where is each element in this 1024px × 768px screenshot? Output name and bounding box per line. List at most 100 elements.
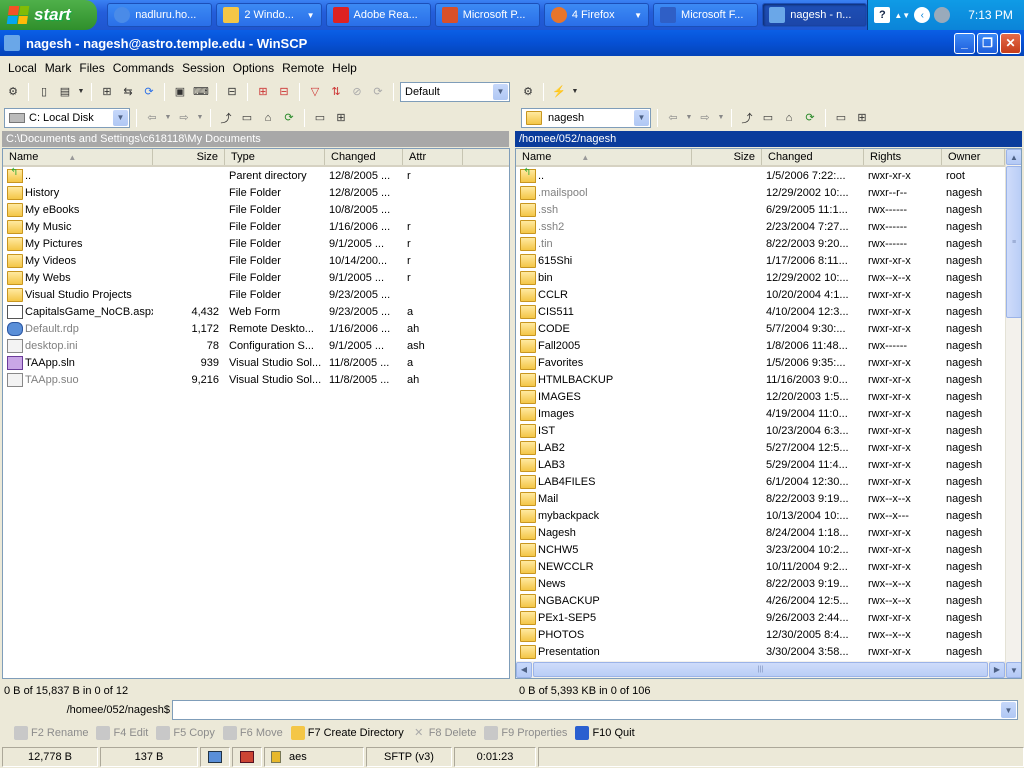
table-row[interactable]: .tin 8/22/2003 9:20... rwx------ nagesh — [516, 235, 1005, 252]
root-directory-icon[interactable]: ▭ — [759, 109, 777, 127]
table-row[interactable]: Presentation 3/30/2004 3:58... rwxr-xr-x na… — [516, 643, 1005, 660]
table-row[interactable]: HTMLBACKUP 11/16/2003 9:0... rwxr-xr-x nage… — [516, 371, 1005, 388]
back-icon[interactable]: ⇦ — [143, 109, 161, 127]
table-row[interactable]: PEx1-SEP5 9/26/2003 2:44... rwxr-xr-x nages… — [516, 609, 1005, 626]
table-row[interactable]: NCHW5 3/23/2004 10:2... rwxr-xr-x nagesh — [516, 541, 1005, 558]
session-icon[interactable]: ⚡ — [550, 83, 568, 101]
table-row[interactable]: Fall2005 1/8/2006 11:48... rwx------ nagesh — [516, 337, 1005, 354]
table-row[interactable]: .. Parent directory 12/8/2005 ... r — [3, 167, 509, 184]
terminal-icon[interactable]: ▯ — [35, 83, 53, 101]
restore-button[interactable]: ❐ — [977, 32, 998, 54]
start-button[interactable]: start — [0, 0, 98, 30]
column-header-owner[interactable]: Owner — [942, 149, 1005, 165]
table-row[interactable]: NEWCCLR 10/11/2004 9:2... rwxr-xr-x nagesh — [516, 558, 1005, 575]
table-row[interactable]: TAApp.suo 9,216 Visual Studio Sol... 11/8/2… — [3, 371, 509, 388]
scroll-track[interactable] — [1006, 318, 1021, 662]
invert-selection-icon[interactable]: ⇅ — [327, 83, 345, 101]
column-header-changed[interactable]: Changed — [762, 149, 864, 165]
clear-icon[interactable]: ⊘ — [348, 83, 366, 101]
filter-icon[interactable]: ▽ — [306, 83, 324, 101]
table-row[interactable]: .ssh2 2/23/2004 7:27... rwx------ nagesh — [516, 218, 1005, 235]
menu-files[interactable]: Files — [75, 61, 108, 75]
menu-local[interactable]: Local — [4, 61, 41, 75]
taskbar-button-folders[interactable]: 2 Windo... ▼ — [216, 3, 322, 27]
scroll-down-icon[interactable]: ▼ — [1006, 662, 1021, 678]
table-row[interactable]: IST 10/23/2004 6:3... rwxr-xr-x nagesh — [516, 422, 1005, 439]
rename-button[interactable]: F2 Rename — [14, 726, 88, 740]
column-header-type[interactable]: Type — [225, 149, 325, 165]
putty-icon[interactable]: ⌨ — [192, 83, 210, 101]
dropdown-arrow-icon[interactable]: ▼ — [571, 83, 579, 101]
horizontal-scrollbar[interactable]: ◀ ||| ▶ — [516, 661, 1005, 678]
back-icon[interactable]: ⇦ — [664, 109, 682, 127]
scroll-up-icon[interactable]: ▲ — [1006, 149, 1021, 165]
taskbar-button-winscp[interactable]: nagesh - n... — [762, 3, 868, 27]
table-row[interactable]: LAB2 5/27/2004 12:5... rwxr-xr-x nagesh — [516, 439, 1005, 456]
properties-button[interactable]: F9 Properties — [484, 726, 567, 740]
vertical-scroll-thumb[interactable]: ≡ — [1006, 166, 1021, 318]
table-row[interactable]: CapitalsGame_NoCB.aspx 4,432 Web Form 9/23/… — [3, 303, 509, 320]
table-row[interactable]: My Webs File Folder 9/1/2005 ... r — [3, 269, 509, 286]
local-file-list[interactable]: Name ▲ Size Type Changed Attr .. Parent di… — [2, 148, 510, 679]
taskbar-button-firefox[interactable]: 4 Firefox ▼ — [543, 3, 650, 27]
forward-icon[interactable]: ⇨ — [175, 109, 193, 127]
table-row[interactable]: CIS511 4/10/2004 12:3... rwxr-xr-x nagesh — [516, 303, 1005, 320]
menu-commands[interactable]: Commands — [109, 61, 178, 75]
column-header-size[interactable]: Size — [692, 149, 762, 165]
column-header-changed[interactable]: Changed — [325, 149, 403, 165]
table-row[interactable]: Visual Studio Projects File Folder 9/23/20… — [3, 286, 509, 303]
table-row[interactable]: PHOTOS 12/30/2005 8:4... rwx--x--x nagesh — [516, 626, 1005, 643]
dropdown-arrow-icon[interactable]: ▼ — [77, 83, 85, 101]
column-header-attr[interactable]: Attr — [403, 149, 463, 165]
refresh-icon[interactable]: ⟳ — [280, 109, 298, 127]
table-row[interactable]: NGBACKUP 4/26/2004 12:5... rwx--x--x nagesh — [516, 592, 1005, 609]
open-directory-icon[interactable]: ▭ — [832, 109, 850, 127]
table-row[interactable]: TAApp.sln 939 Visual Studio Sol... 11/8/200… — [3, 354, 509, 371]
taskbar-button-ie[interactable]: nadluru.ho... — [107, 3, 213, 27]
move-button[interactable]: F6 Move — [222, 726, 283, 740]
tree-icon[interactable]: ⊞ — [332, 109, 350, 127]
select-icon[interactable]: ⊞ — [254, 83, 272, 101]
dropdown-arrow-icon[interactable]: ▼ — [717, 109, 725, 127]
clock[interactable]: 7:13 PM — [968, 8, 1013, 22]
column-header-name[interactable]: Name ▲ — [516, 149, 692, 165]
dropdown-arrow-icon[interactable]: ▼ — [196, 109, 204, 127]
dropdown-arrow-icon[interactable]: ▼ — [164, 109, 172, 127]
parent-directory-icon[interactable]: ⤴ — [738, 109, 756, 127]
remote-directory-combo[interactable]: nagesh ▼ — [521, 107, 651, 128]
table-row[interactable]: .ssh 6/29/2005 11:1... rwx------ nagesh — [516, 201, 1005, 218]
table-row[interactable]: Nagesh 8/24/2004 1:18... rwxr-xr-x nagesh — [516, 524, 1005, 541]
transfer-settings-combo[interactable]: Default ▼ — [400, 81, 510, 102]
refresh-gray-icon[interactable]: ⟳ — [369, 83, 387, 101]
column-header-size[interactable]: Size — [153, 149, 225, 165]
command-input[interactable]: ▼ — [172, 700, 1018, 720]
table-row[interactable]: My Videos File Folder 10/14/200... r — [3, 252, 509, 269]
table-row[interactable]: Favorites 1/5/2006 9:35:... rwxr-xr-x nages… — [516, 354, 1005, 371]
home-icon[interactable]: ⌂ — [780, 109, 798, 127]
scroll-right-icon[interactable]: ▶ — [989, 661, 1005, 678]
vertical-scrollbar[interactable]: ▲ ≡ ▼ — [1005, 149, 1021, 678]
table-row[interactable]: LAB4FILES 6/1/2004 12:30... rwxr-xr-x nages… — [516, 473, 1005, 490]
tree-icon[interactable]: ⊞ — [853, 109, 871, 127]
synchronize-icon[interactable]: ⟳ — [140, 83, 158, 101]
compare-directories-icon[interactable]: ⇆ — [119, 83, 137, 101]
taskbar-button-powerpoint[interactable]: Microsoft P... — [434, 3, 540, 27]
queue-icon[interactable]: ▤ — [56, 83, 74, 101]
table-row[interactable]: Images 4/19/2004 11:0... rwxr-xr-x nagesh — [516, 405, 1005, 422]
gear-icon[interactable]: ⚙ — [4, 83, 22, 101]
table-row[interactable]: mybackpack 10/13/2004 10:... rwx--x--- nage… — [516, 507, 1005, 524]
close-button[interactable]: ✕ — [1000, 32, 1021, 54]
table-row[interactable]: .. 1/5/2006 7:22:... rwxr-xr-x root — [516, 167, 1005, 184]
menu-session[interactable]: Session — [178, 61, 229, 75]
edit-button[interactable]: F4 Edit — [96, 726, 148, 740]
help-icon[interactable]: ? — [874, 7, 891, 23]
tree-icon[interactable]: ⊟ — [223, 83, 241, 101]
table-row[interactable]: Default.rdp 1,172 Remote Deskto... 1/16/200… — [3, 320, 509, 337]
show-hidden-icons-icon[interactable]: ‹ — [914, 7, 931, 23]
table-row[interactable]: CCLR 10/20/2004 4:1... rwxr-xr-x nagesh — [516, 286, 1005, 303]
window-title-bar[interactable]: nagesh - nagesh@astro.temple.edu - WinSC… — [0, 30, 1024, 56]
tray-arrows-icon[interactable]: ▲▼ — [894, 11, 910, 20]
table-row[interactable]: LAB3 5/29/2004 11:4... rwxr-xr-x nagesh — [516, 456, 1005, 473]
parent-directory-icon[interactable]: ⤴ — [217, 109, 235, 127]
root-directory-icon[interactable]: ▭ — [238, 109, 256, 127]
